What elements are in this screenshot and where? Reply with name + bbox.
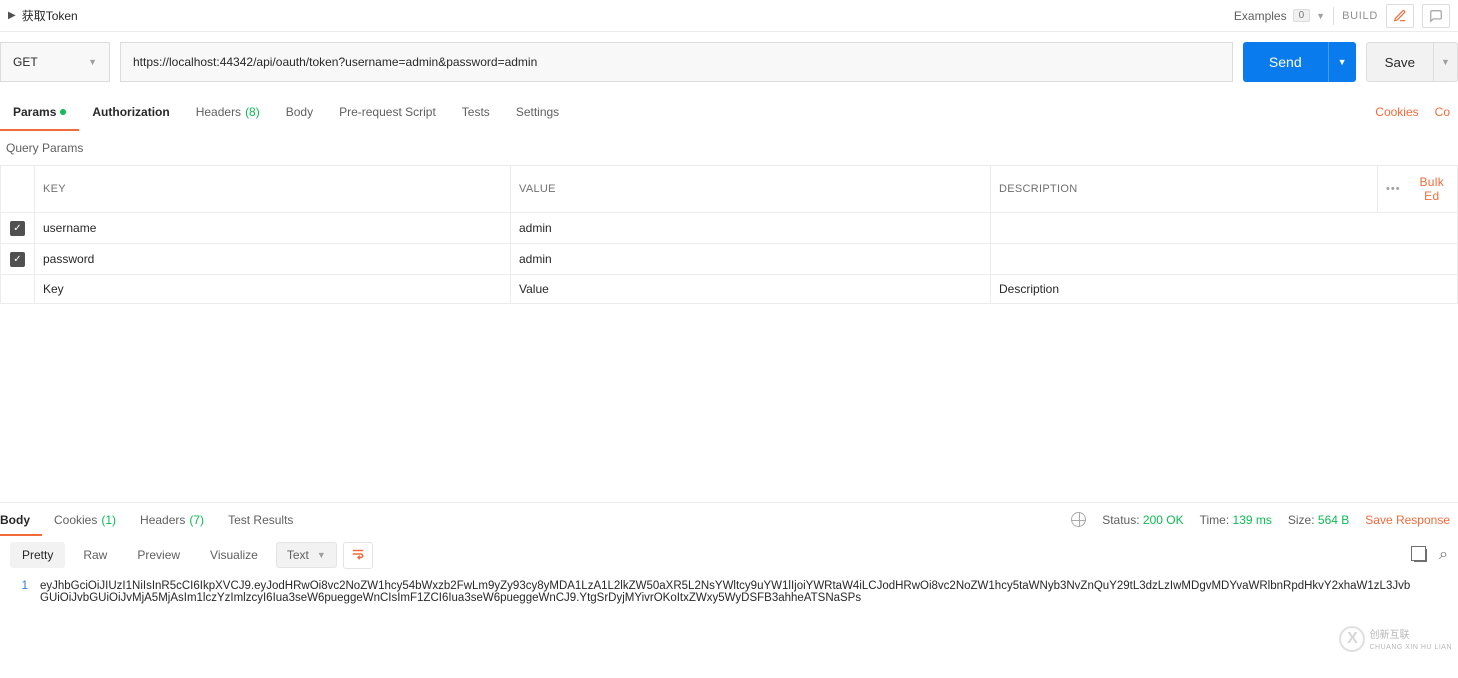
- content-type-select[interactable]: Text ▼: [276, 542, 337, 568]
- line-number: 1: [0, 580, 40, 604]
- copy-icon[interactable]: [1414, 549, 1427, 562]
- examples-label: Examples: [1234, 9, 1287, 23]
- globe-icon[interactable]: [1071, 512, 1086, 527]
- table-header-row: KEY VALUE DESCRIPTION ••• Bulk Ed: [1, 166, 1458, 213]
- modified-dot-icon: [60, 109, 66, 115]
- build-link[interactable]: BUILD: [1342, 10, 1378, 22]
- view-visualize[interactable]: Visualize: [198, 542, 270, 568]
- cell-desc-placeholder[interactable]: Description: [991, 275, 1458, 304]
- resp-tab-cookies-label: Cookies: [54, 513, 97, 527]
- view-pretty[interactable]: Pretty: [10, 542, 65, 568]
- th-actions: ••• Bulk Ed: [1378, 166, 1458, 213]
- bulk-edit-link[interactable]: Bulk Ed: [1415, 175, 1449, 203]
- table-row[interactable]: ✓ password admin: [1, 244, 1458, 275]
- send-dropdown[interactable]: ▼: [1328, 42, 1356, 82]
- checkbox-checked-icon[interactable]: ✓: [10, 252, 25, 267]
- cell-key-placeholder[interactable]: Key: [35, 275, 511, 304]
- status-group: Status: 200 OK: [1102, 513, 1183, 527]
- chevron-down-icon: ▼: [1441, 57, 1450, 67]
- url-input[interactable]: https://localhost:44342/api/oauth/token?…: [120, 42, 1233, 82]
- collapse-arrow-icon[interactable]: ▶: [8, 10, 16, 21]
- tab-headers-label: Headers: [196, 105, 241, 119]
- th-desc: DESCRIPTION: [991, 166, 1378, 213]
- tab-headers[interactable]: Headers (8): [183, 93, 273, 131]
- http-method-select[interactable]: GET ▼: [0, 42, 110, 82]
- wrap-lines-icon[interactable]: [343, 542, 373, 569]
- watermark: X 创新互联CHUANG XIN HU LIAN: [1339, 626, 1452, 652]
- http-method-value: GET: [13, 55, 38, 69]
- table-row[interactable]: ✓ username admin: [1, 213, 1458, 244]
- resp-tab-headers[interactable]: Headers (7): [128, 503, 216, 536]
- url-value: https://localhost:44342/api/oauth/token?…: [133, 55, 537, 69]
- tab-params-label: Params: [13, 105, 56, 119]
- tab-headers-count: (8): [245, 105, 260, 119]
- cell-desc[interactable]: [991, 213, 1458, 244]
- tab-settings[interactable]: Settings: [503, 93, 572, 131]
- chevron-down-icon: ▼: [1316, 11, 1325, 21]
- th-value: VALUE: [511, 166, 991, 213]
- request-title: 获取Token: [22, 7, 78, 24]
- resp-tab-cookies-count: (1): [101, 513, 116, 527]
- time-group: Time: 139 ms: [1200, 513, 1272, 527]
- chevron-down-icon: ▼: [1338, 57, 1347, 67]
- table-row-new[interactable]: Key Value Description: [1, 275, 1458, 304]
- checkbox-checked-icon[interactable]: ✓: [10, 221, 25, 236]
- resp-tab-cookies[interactable]: Cookies (1): [42, 503, 128, 536]
- save-dropdown[interactable]: ▼: [1434, 42, 1458, 82]
- chevron-down-icon: ▼: [88, 57, 97, 67]
- tab-prerequest[interactable]: Pre-request Script: [326, 93, 449, 131]
- cell-value-placeholder[interactable]: Value: [511, 275, 991, 304]
- edit-icon[interactable]: [1386, 4, 1414, 28]
- query-params-section-title: Query Params: [0, 131, 1458, 165]
- resp-tab-headers-label: Headers: [140, 513, 185, 527]
- examples-count: 0: [1293, 9, 1311, 22]
- chevron-down-icon: ▼: [317, 550, 326, 560]
- tab-body[interactable]: Body: [273, 93, 326, 131]
- resp-tab-body[interactable]: Body: [0, 503, 42, 536]
- size-group: Size: 564 B: [1288, 513, 1349, 527]
- save-button[interactable]: Save: [1366, 42, 1434, 82]
- more-icon[interactable]: •••: [1386, 183, 1401, 195]
- examples-dropdown[interactable]: Examples 0 ▼: [1234, 9, 1325, 23]
- cell-desc[interactable]: [991, 244, 1458, 275]
- tab-params[interactable]: Params: [0, 93, 79, 131]
- content-type-value: Text: [287, 548, 309, 562]
- response-body[interactable]: 1 eyJhbGciOiJIUzI1NiIsInR5cCI6IkpXVCJ9.e…: [0, 574, 1458, 678]
- send-button[interactable]: Send: [1243, 42, 1328, 82]
- th-key: KEY: [35, 166, 511, 213]
- tab-tests[interactable]: Tests: [449, 93, 503, 131]
- cell-key[interactable]: password: [35, 244, 511, 275]
- view-preview[interactable]: Preview: [125, 542, 192, 568]
- divider: [1333, 7, 1334, 25]
- query-params-table: KEY VALUE DESCRIPTION ••• Bulk Ed ✓ user…: [0, 165, 1458, 304]
- comment-icon[interactable]: [1422, 4, 1450, 28]
- code-link[interactable]: Co: [1435, 105, 1450, 119]
- save-response-link[interactable]: Save Response: [1365, 513, 1450, 527]
- response-text: eyJhbGciOiJIUzI1NiIsInR5cCI6IkpXVCJ9.eyJ…: [40, 580, 1458, 604]
- view-raw[interactable]: Raw: [71, 542, 119, 568]
- resp-tab-headers-count: (7): [189, 513, 204, 527]
- tab-authorization[interactable]: Authorization: [79, 93, 182, 131]
- resp-tab-tests[interactable]: Test Results: [216, 503, 305, 536]
- cell-value[interactable]: admin: [511, 244, 991, 275]
- cell-value[interactable]: admin: [511, 213, 991, 244]
- search-icon[interactable]: [1439, 546, 1448, 564]
- cookies-link[interactable]: Cookies: [1375, 105, 1418, 119]
- th-check: [1, 166, 35, 213]
- cell-key[interactable]: username: [35, 213, 511, 244]
